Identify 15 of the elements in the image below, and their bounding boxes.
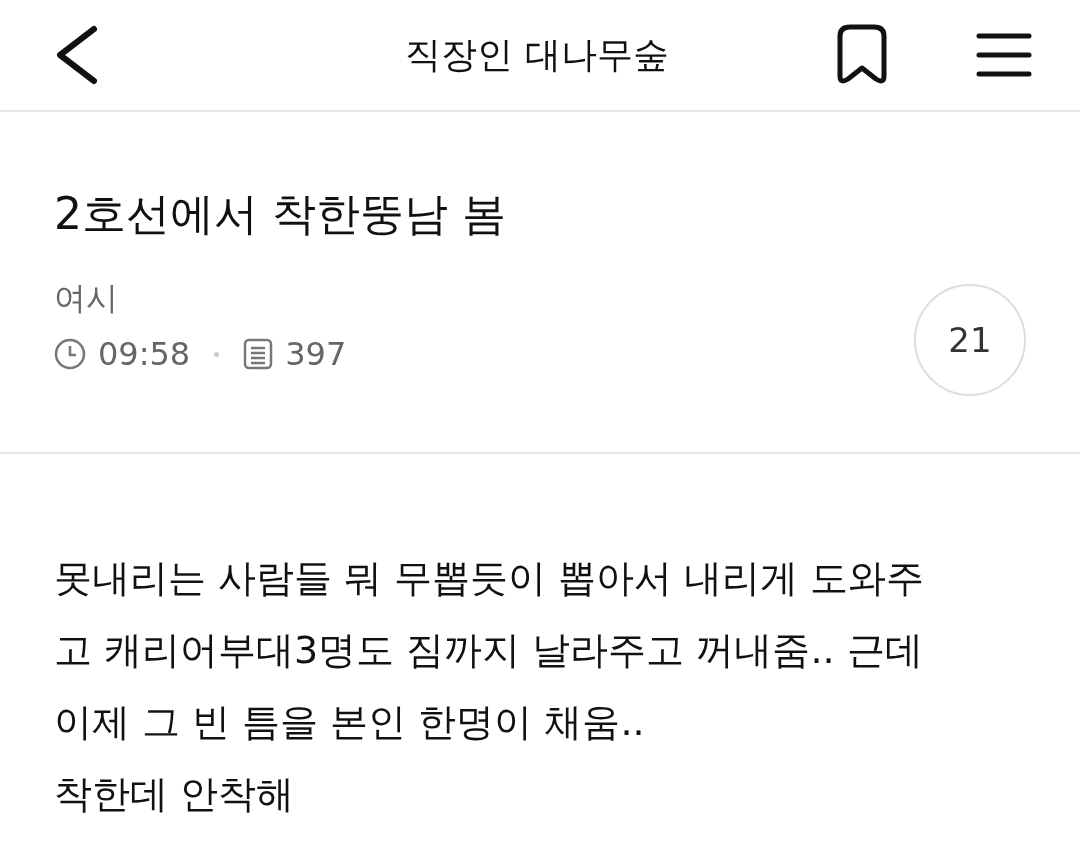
body-text-line: 못내리는 사람들 뭐 무뽑듯이 뽑아서 내리게 도와주 [54,555,926,602]
post-title: 2호선에서 착한뚱남 봄 [54,187,507,241]
author-name: 여시 [54,278,119,318]
body-text-line: 고 캐리어부대3명도 짐까지 날라주고 꺼내줌.. 근데 [54,627,924,674]
board-title: 직장인 대나무숲 [404,32,670,77]
view-count: 397 [285,334,347,374]
back-icon[interactable] [54,25,100,85]
post-time: 09:58 [98,334,191,374]
separator-dot [214,351,220,357]
menu-icon[interactable] [976,32,1032,78]
body-text-line: 이제 그 빈 틈을 본인 한명이 채움.. [54,699,646,746]
body-text-line: 착한데 안착해 [54,771,296,818]
clock-icon [54,338,86,370]
document-icon [243,338,274,370]
comment-count[interactable]: 21 [914,284,1026,396]
